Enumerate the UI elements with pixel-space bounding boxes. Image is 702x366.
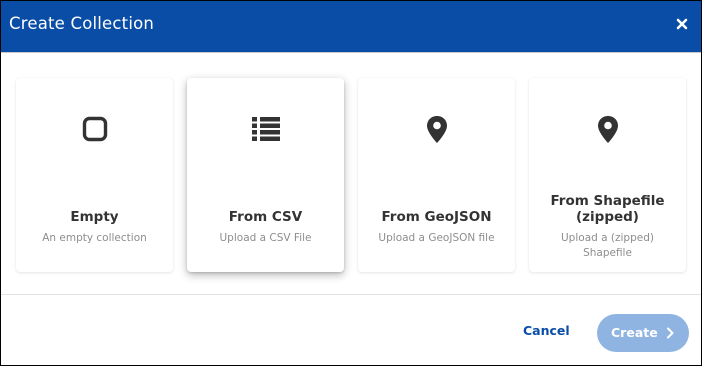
option-card-text: From GeoJSON Upload a GeoJSON file xyxy=(366,209,507,246)
cancel-button[interactable]: Cancel xyxy=(523,323,570,338)
create-button[interactable]: Create xyxy=(597,314,689,352)
option-card-empty[interactable]: Empty An empty collection xyxy=(16,78,173,272)
list-icon xyxy=(251,114,281,144)
create-button-label: Create xyxy=(611,325,658,340)
option-description: An empty collection xyxy=(42,232,147,244)
footer-divider xyxy=(1,294,701,295)
option-title: Empty xyxy=(70,209,119,225)
dialog-header: Create Collection xyxy=(1,1,701,53)
option-card-from-shapefile[interactable]: From Shapefile (zipped) Upload a (zipped… xyxy=(529,78,686,272)
option-card-text: Empty An empty collection xyxy=(24,209,165,246)
option-description: Upload a (zipped) Shapefile xyxy=(561,232,654,259)
dialog-title: Create Collection xyxy=(9,14,155,33)
option-card-from-geojson[interactable]: From GeoJSON Upload a GeoJSON file xyxy=(358,78,515,272)
option-title: From GeoJSON xyxy=(381,209,492,225)
map-marker-icon xyxy=(593,114,623,144)
option-card-text: From CSV Upload a CSV File xyxy=(195,209,336,246)
option-card-from-csv[interactable]: From CSV Upload a CSV File xyxy=(187,78,344,272)
square-outline-icon xyxy=(80,114,110,144)
option-title: From CSV xyxy=(228,209,303,225)
option-description: Upload a GeoJSON file xyxy=(378,232,495,244)
option-title: From Shapefile (zipped) xyxy=(550,193,665,225)
option-card-text: From Shapefile (zipped) Upload a (zipped… xyxy=(549,193,666,261)
chevron-right-icon xyxy=(663,326,677,340)
close-icon[interactable] xyxy=(671,13,693,35)
option-description: Upload a CSV File xyxy=(219,232,312,244)
map-marker-icon xyxy=(422,114,452,144)
create-collection-dialog: Create Collection Empty An empty collect… xyxy=(0,0,702,366)
